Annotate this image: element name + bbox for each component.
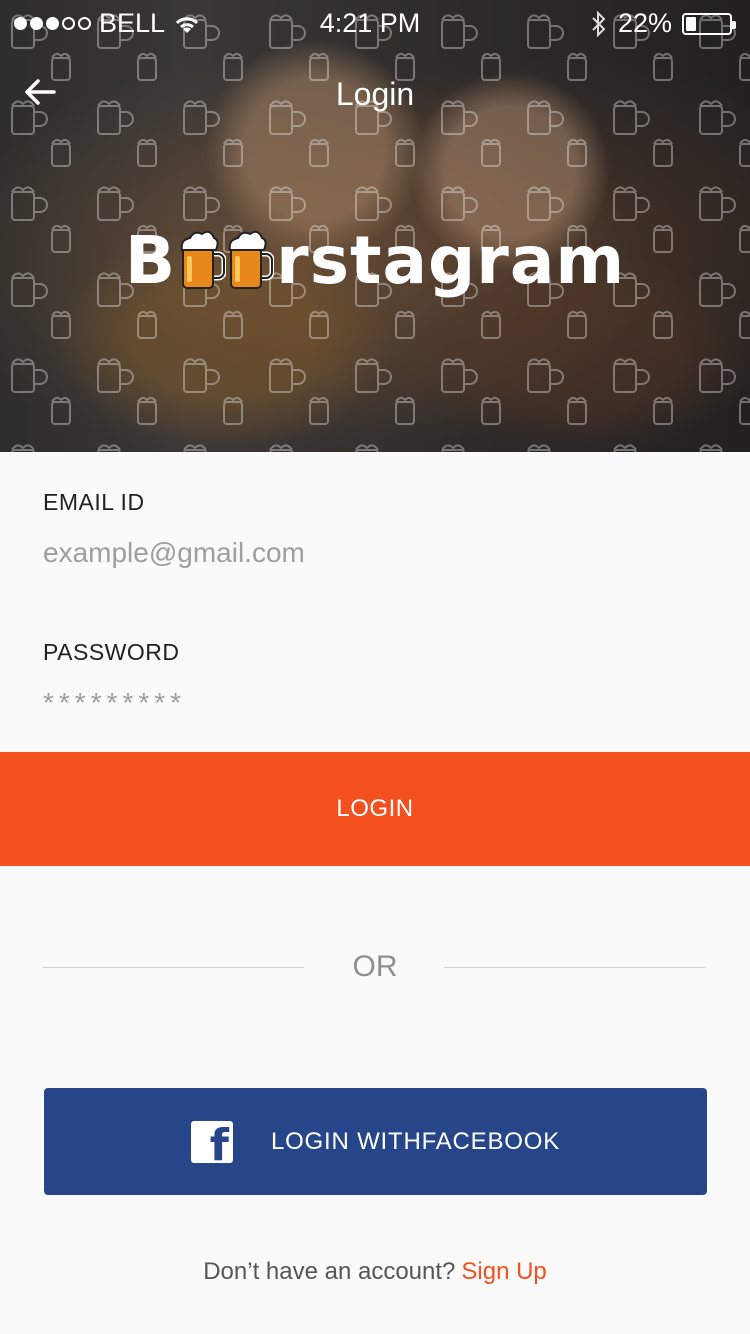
battery-level xyxy=(686,16,696,31)
logo-text-end: rstagram xyxy=(276,222,626,299)
page-title: Login xyxy=(335,76,415,112)
email-input[interactable] xyxy=(43,532,703,574)
password-input[interactable] xyxy=(43,682,703,724)
battery-percent: 22% xyxy=(617,8,672,38)
battery-icon xyxy=(682,12,736,35)
divider-line-right xyxy=(444,967,705,968)
facebook-button-label: LOGIN WITHFACEBOOK xyxy=(270,1127,561,1155)
email-field-group: EMAIL ID xyxy=(0,452,750,603)
status-bar: BELL 4:21 PM 22% xyxy=(0,0,750,44)
facebook-icon: f xyxy=(190,1120,233,1167)
password-label: PASSWORD xyxy=(43,639,180,665)
login-button[interactable]: LOGIN xyxy=(0,752,750,866)
or-divider: OR xyxy=(0,946,750,990)
signup-prompt-row: Don’t have an account? Sign Up xyxy=(0,1258,750,1286)
signup-link[interactable]: Sign Up xyxy=(461,1258,546,1285)
signup-prompt: Don’t have an account? xyxy=(203,1258,456,1285)
email-label: EMAIL ID xyxy=(43,489,145,515)
app-logo: B rstagram xyxy=(0,222,750,299)
password-field-group: PASSWORD xyxy=(0,602,750,752)
bluetooth-icon xyxy=(592,10,606,37)
facebook-login-button[interactable]: f LOGIN WITHFACEBOOK xyxy=(44,1088,707,1195)
beer-mugs-icon xyxy=(178,230,275,292)
logo-text-start: B xyxy=(124,222,177,299)
